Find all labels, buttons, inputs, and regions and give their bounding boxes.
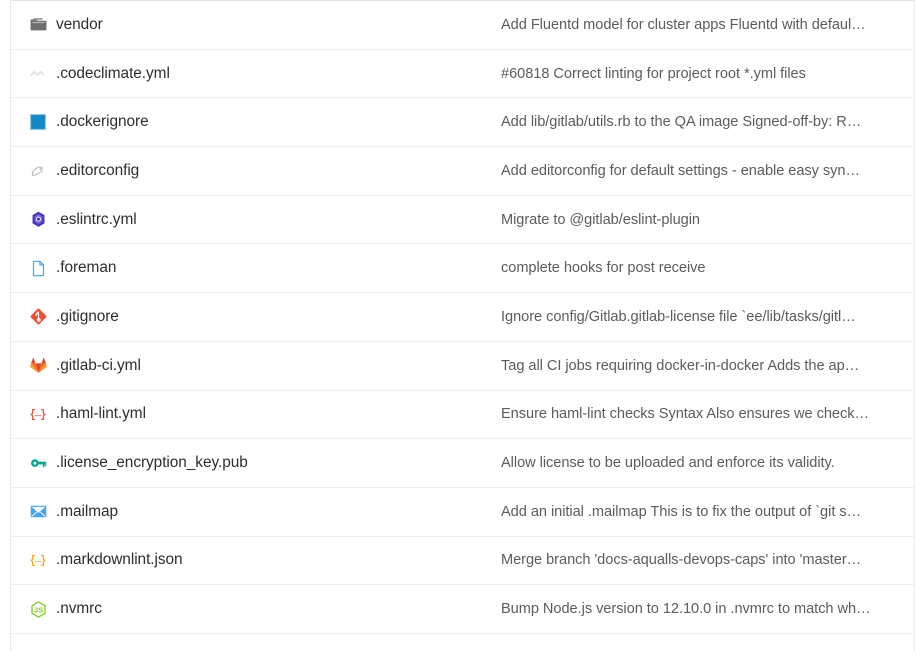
table-row[interactable]: .license_encryption_key.pub Allow license… [11,439,914,488]
file-name-label[interactable]: .license_encryption_key.pub [56,454,248,472]
file-entry-link[interactable]: .mailmap [29,503,499,521]
table-row[interactable]: vendor Add Fluentd model for cluster apps… [11,1,914,50]
file-entry-link[interactable]: JS .nvmrc [29,600,499,618]
file-name-label[interactable]: .nvmrc [56,600,102,618]
file-name-cell: .mailmap [11,487,499,536]
eslint-icon [29,211,47,229]
file-entry-link[interactable]: .codeclimate.yml [29,65,499,83]
table-row[interactable]: .gitlab-ci.yml Tag all CI jobs requiring … [11,341,914,390]
file-entry-link[interactable]: .gitignore [29,308,499,326]
file-entry-link[interactable]: .foreman [29,259,499,277]
file-name-cell: .gitignore [11,293,499,342]
file-entry-link[interactable]: .markdownlint.json [29,551,499,569]
file-name-cell: .haml-lint.yml [11,390,499,439]
folder-icon [29,16,47,34]
file-name-cell: .eslintrc.yml [11,195,499,244]
file-name-label[interactable]: vendor [56,16,103,34]
file-name-cell: .editorconfig [11,147,499,196]
codeclimate-icon [29,65,47,83]
table-row[interactable]: .mailmap Add an initial .mailmap This is … [11,487,914,536]
nodejs-icon: JS [29,600,47,618]
table-row[interactable]: JS .nvmrc Bump Node.js version to 12.10.0 … [11,585,914,634]
file-name-cell: JS .nvmrc [11,585,499,634]
git-icon [29,308,47,326]
commit-message-link[interactable]: Tag all CI jobs requiring docker-in-dock… [501,358,890,374]
file-entry-link[interactable]: .editorconfig [29,162,499,180]
commit-message-link[interactable]: Ignore config/Gitlab.gitlab-license file… [501,309,890,325]
editorconfig-icon [29,162,47,180]
file-entry-link[interactable]: .haml-lint.yml [29,405,499,423]
last-commit-cell: Migrate to @gitlab/eslint-plugin [499,195,914,244]
last-commit-cell: Ensure haml-lint checks Syntax Also ensu… [499,390,914,439]
commit-message-link[interactable]: Bump Node.js version to 12.10.0 in .nvmr… [501,601,890,617]
braces-red-icon [29,405,47,423]
file-tree-body: vendor Add Fluentd model for cluster apps… [11,1,914,634]
file-name-cell: .codeclimate.yml [11,49,499,98]
last-commit-cell: Add lib/gitlab/utils.rb to the QA image … [499,98,914,147]
last-commit-cell: Add editorconfig for default settings - … [499,147,914,196]
commit-message-link[interactable]: complete hooks for post receive [501,260,890,276]
envelope-icon [29,503,47,521]
gitlab-icon [29,357,47,375]
file-name-label[interactable]: .gitlab-ci.yml [56,357,141,375]
file-entry-link[interactable]: .license_encryption_key.pub [29,454,499,472]
file-entry-link[interactable]: vendor [29,16,499,34]
file-name-cell: .dockerignore [11,98,499,147]
file-name-label[interactable]: .editorconfig [56,162,139,180]
last-commit-cell: #60818 Correct linting for project root … [499,49,914,98]
last-commit-cell: Add Fluentd model for cluster apps Fluen… [499,1,914,50]
commit-message-link[interactable]: Merge branch 'docs-aqualls-devops-caps' … [501,552,890,568]
file-entry-link[interactable]: .gitlab-ci.yml [29,357,499,375]
file-name-label[interactable]: .mailmap [56,503,118,521]
last-commit-cell: Add an initial .mailmap This is to fix t… [499,487,914,536]
key-icon [29,454,47,472]
file-name-cell: .foreman [11,244,499,293]
table-row[interactable]: .markdownlint.json Merge branch 'docs-aqu… [11,536,914,585]
last-commit-cell: Tag all CI jobs requiring docker-in-dock… [499,341,914,390]
file-name-label[interactable]: .codeclimate.yml [56,65,170,83]
commit-message-link[interactable]: Add an initial .mailmap This is to fix t… [501,504,890,520]
repository-file-browser: vendor Add Fluentd model for cluster apps… [0,0,915,651]
file-name-label[interactable]: .markdownlint.json [56,551,183,569]
commit-message-link[interactable]: Ensure haml-lint checks Syntax Also ensu… [501,406,890,422]
docker-icon [29,113,47,131]
commit-message-link[interactable]: Add editorconfig for default settings - … [501,163,890,179]
last-commit-cell: Allow license to be uploaded and enforce… [499,439,914,488]
file-tree-table: vendor Add Fluentd model for cluster apps… [11,0,914,634]
last-commit-cell: Ignore config/Gitlab.gitlab-license file… [499,293,914,342]
file-name-cell: .gitlab-ci.yml [11,341,499,390]
svg-text:JS: JS [33,605,42,614]
file-entry-link[interactable]: .eslintrc.yml [29,211,499,229]
table-row[interactable]: .dockerignore Add lib/gitlab/utils.rb to … [11,98,914,147]
file-name-label[interactable]: .gitignore [56,308,119,326]
file-tree-card: vendor Add Fluentd model for cluster apps… [10,0,915,651]
table-row[interactable]: .eslintrc.yml Migrate to @gitlab/eslint-p… [11,195,914,244]
commit-message-link[interactable]: Add lib/gitlab/utils.rb to the QA image … [501,114,890,130]
file-name-label[interactable]: .foreman [56,259,116,277]
table-row[interactable]: .editorconfig Add editorconfig for defaul… [11,147,914,196]
braces-orange-icon [29,551,47,569]
file-name-cell: vendor [11,1,499,50]
commit-message-link[interactable]: Allow license to be uploaded and enforce… [501,455,890,471]
table-row[interactable]: .haml-lint.yml Ensure haml-lint checks Sy… [11,390,914,439]
document-icon [29,259,47,277]
last-commit-cell: complete hooks for post receive [499,244,914,293]
file-name-label[interactable]: .haml-lint.yml [56,405,146,423]
file-name-cell: .license_encryption_key.pub [11,439,499,488]
file-entry-link[interactable]: .dockerignore [29,113,499,131]
table-row[interactable]: .codeclimate.yml #60818 Correct linting f… [11,49,914,98]
last-commit-cell: Bump Node.js version to 12.10.0 in .nvmr… [499,585,914,634]
commit-message-link[interactable]: Add Fluentd model for cluster apps Fluen… [501,17,890,33]
last-commit-cell: Merge branch 'docs-aqualls-devops-caps' … [499,536,914,585]
table-row[interactable]: .foreman complete hooks for post receive [11,244,914,293]
file-name-cell: .markdownlint.json [11,536,499,585]
file-name-label[interactable]: .dockerignore [56,113,149,131]
table-row[interactable]: .gitignore Ignore config/Gitlab.gitlab-li… [11,293,914,342]
file-name-label[interactable]: .eslintrc.yml [56,211,137,229]
commit-message-link[interactable]: Migrate to @gitlab/eslint-plugin [501,212,890,228]
commit-message-link[interactable]: #60818 Correct linting for project root … [501,66,890,82]
